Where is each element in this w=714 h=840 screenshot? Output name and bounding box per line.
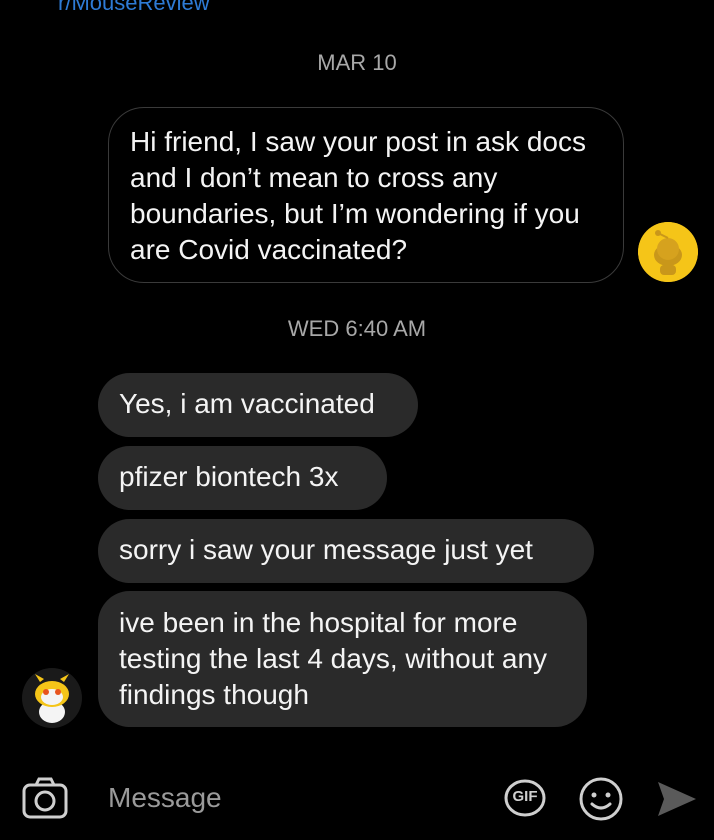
send-icon[interactable]	[656, 780, 698, 818]
message-text: Hi friend, I saw your post in ask docs a…	[130, 126, 586, 265]
snoo-avatar-icon	[638, 222, 698, 282]
message-input[interactable]: Message	[108, 780, 478, 816]
date-separator-wed: WED 6:40 AM	[287, 316, 427, 341]
avatar-other[interactable]	[22, 668, 82, 728]
subreddit-link[interactable]: r/MouseReview	[58, 0, 210, 16]
message-bubble-incoming[interactable]: Yes, i am vaccinated	[98, 373, 418, 437]
message-bubble-incoming[interactable]: pfizer biontech 3x	[98, 446, 387, 510]
message-text: sorry i saw your message just yet	[119, 534, 533, 565]
message-text: Yes, i am vaccinated	[119, 388, 375, 419]
date-separator-mar10: MAR 10	[317, 50, 397, 75]
message-bubble-outgoing[interactable]: Hi friend, I saw your post in ask docs a…	[108, 107, 624, 283]
message-bubble-incoming[interactable]: ive been in the hospital for more testin…	[98, 591, 587, 727]
snoo-avatar-icon	[22, 668, 82, 728]
gif-button[interactable]: GIF	[503, 778, 547, 818]
message-bubble-incoming[interactable]: sorry i saw your message just yet	[98, 519, 594, 583]
message-text: ive been in the hospital for more testin…	[119, 607, 548, 710]
emoji-icon[interactable]	[578, 776, 624, 822]
camera-icon[interactable]	[22, 777, 68, 819]
avatar-self[interactable]	[638, 222, 698, 282]
gif-label: GIF	[512, 788, 538, 805]
message-text: pfizer biontech 3x	[119, 461, 339, 492]
